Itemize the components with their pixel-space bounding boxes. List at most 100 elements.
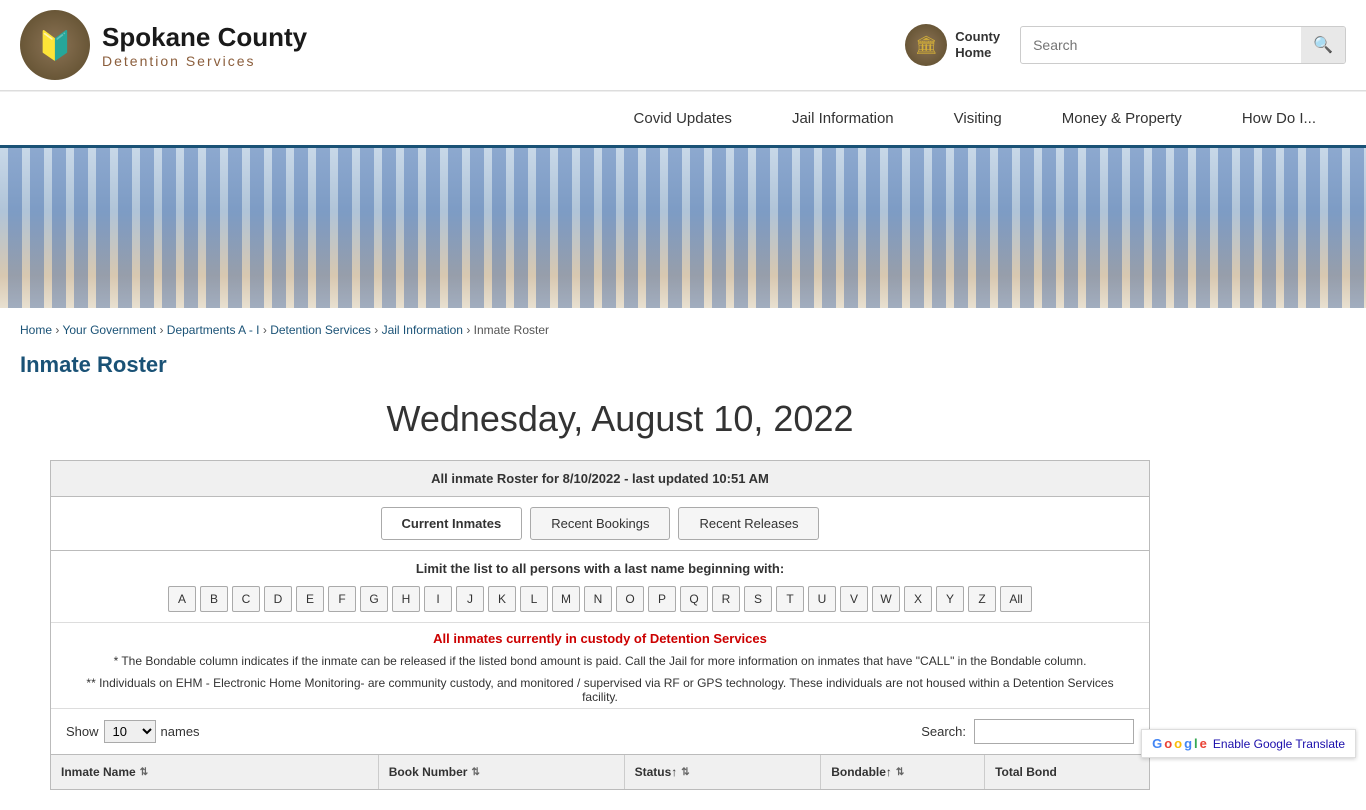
content-area: Home › Your Government › Departments A -…: [0, 308, 1200, 810]
nav-item-money: Money & Property: [1032, 92, 1212, 145]
show-label: Show: [66, 724, 99, 739]
alpha-btn-j[interactable]: J: [456, 586, 484, 612]
breadcrumb-detention[interactable]: Detention Services: [270, 323, 371, 337]
nav-item-howdo: How Do I...: [1212, 92, 1346, 145]
badge-icon: 🔰: [20, 10, 90, 80]
breadcrumb-home[interactable]: Home: [20, 323, 52, 337]
g-green: l: [1194, 736, 1198, 751]
col-header-4: Total Bond: [985, 755, 1149, 789]
alpha-btn-l[interactable]: L: [520, 586, 548, 612]
county-home-link[interactable]: 🏛 CountyHome: [905, 24, 1000, 66]
county-home-text: CountyHome: [955, 29, 1000, 60]
alpha-btn-b[interactable]: B: [200, 586, 228, 612]
col-header-3[interactable]: Bondable↑ ⇅: [821, 755, 985, 789]
col-header-1[interactable]: Book Number ⇅: [379, 755, 625, 789]
hero-image: [0, 148, 1366, 308]
alpha-btn-e[interactable]: E: [296, 586, 324, 612]
alpha-btn-p[interactable]: P: [648, 586, 676, 612]
alpha-btn-t[interactable]: T: [776, 586, 804, 612]
breadcrumb: Home › Your Government › Departments A -…: [20, 323, 1180, 337]
page-title: Inmate Roster: [20, 352, 1180, 378]
alpha-btn-o[interactable]: O: [616, 586, 644, 612]
breadcrumb-current: Inmate Roster: [474, 323, 549, 337]
alpha-btn-i[interactable]: I: [424, 586, 452, 612]
alpha-btn-all[interactable]: All: [1000, 586, 1032, 612]
site-name: Spokane County: [102, 22, 307, 53]
breadcrumb-departments[interactable]: Departments A - I: [167, 323, 260, 337]
county-home-icon: 🏛: [905, 24, 947, 66]
search-button[interactable]: 🔍: [1301, 27, 1345, 63]
roster-header: All inmate Roster for 8/10/2022 - last u…: [51, 461, 1149, 497]
alpha-btn-s[interactable]: S: [744, 586, 772, 612]
table-controls: Show 102550100 names Search:: [51, 708, 1149, 754]
site-title: Spokane County Detention Services: [102, 22, 307, 69]
alpha-btn-y[interactable]: Y: [936, 586, 964, 612]
alpha-btn-w[interactable]: W: [872, 586, 900, 612]
alpha-btn-k[interactable]: K: [488, 586, 516, 612]
nav-item-covid: Covid Updates: [604, 92, 762, 145]
breadcrumb-sep-2: ›: [159, 323, 166, 337]
nav-link-covid[interactable]: Covid Updates: [604, 92, 762, 145]
table-search-row: Search:: [921, 719, 1134, 744]
breadcrumb-your-govt[interactable]: Your Government: [62, 323, 156, 337]
search-input[interactable]: [1021, 29, 1301, 61]
bondable-note: * The Bondable column indicates if the i…: [51, 650, 1149, 672]
alpha-btn-g[interactable]: G: [360, 586, 388, 612]
nav-link-visiting[interactable]: Visiting: [924, 92, 1032, 145]
custody-notice: All inmates currently in custody of Dete…: [51, 623, 1149, 650]
nav-link-jail[interactable]: Jail Information: [762, 92, 924, 145]
alpha-btn-a[interactable]: A: [168, 586, 196, 612]
nav-item-visiting: Visiting: [924, 92, 1032, 145]
alpha-btn-n[interactable]: N: [584, 586, 612, 612]
table-search-input[interactable]: [974, 719, 1134, 744]
table-search-label: Search:: [921, 724, 966, 739]
g-red: o: [1164, 736, 1172, 751]
tab-recent-bookings[interactable]: Recent Bookings: [530, 507, 670, 540]
logo-area: 🔰 Spokane County Detention Services: [20, 10, 307, 80]
search-box: 🔍: [1020, 26, 1346, 64]
ehm-note: ** Individuals on EHM - Electronic Home …: [51, 672, 1149, 708]
g-yellow: o: [1174, 736, 1182, 751]
alpha-btn-r[interactable]: R: [712, 586, 740, 612]
main-nav: Covid Updates Jail Information Visiting …: [0, 91, 1366, 148]
breadcrumb-sep-5: ›: [466, 323, 473, 337]
site-header: 🔰 Spokane County Detention Services 🏛 Co…: [0, 0, 1366, 91]
alpha-btn-h[interactable]: H: [392, 586, 420, 612]
alpha-btn-z[interactable]: Z: [968, 586, 996, 612]
alpha-btn-q[interactable]: Q: [680, 586, 708, 612]
alpha-filter-row: ABCDEFGHIJKLMNOPQRSTUVWXYZAll: [51, 581, 1149, 623]
nav-list: Covid Updates Jail Information Visiting …: [0, 92, 1366, 145]
site-subtitle: Detention Services: [102, 53, 307, 69]
nav-link-money[interactable]: Money & Property: [1032, 92, 1212, 145]
g-red2: e: [1200, 736, 1207, 751]
col-header-2[interactable]: Status↑ ⇅: [625, 755, 822, 789]
alpha-btn-f[interactable]: F: [328, 586, 356, 612]
alpha-btn-x[interactable]: X: [904, 586, 932, 612]
nav-link-howdo[interactable]: How Do I...: [1212, 92, 1346, 145]
alpha-btn-c[interactable]: C: [232, 586, 260, 612]
alpha-btn-m[interactable]: M: [552, 586, 580, 612]
nav-item-jail: Jail Information: [762, 92, 924, 145]
g-blue: G: [1152, 736, 1162, 751]
google-logo: Google: [1152, 736, 1207, 751]
breadcrumb-sep-4: ›: [374, 323, 381, 337]
g-blue2: g: [1184, 736, 1192, 751]
tab-row: Current Inmates Recent Bookings Recent R…: [51, 497, 1149, 551]
column-headers: Inmate Name ⇅Book Number ⇅Status↑ ⇅Bonda…: [51, 754, 1149, 789]
tab-recent-releases[interactable]: Recent Releases: [678, 507, 819, 540]
tab-current-inmates[interactable]: Current Inmates: [381, 507, 523, 540]
show-select[interactable]: 102550100: [104, 720, 156, 743]
breadcrumb-jail-info[interactable]: Jail Information: [382, 323, 463, 337]
translate-bar: Google Enable Google Translate: [1141, 729, 1356, 758]
alpha-btn-u[interactable]: U: [808, 586, 836, 612]
filter-label: Limit the list to all persons with a las…: [51, 551, 1149, 581]
header-right: 🏛 CountyHome 🔍: [905, 24, 1346, 66]
alpha-btn-d[interactable]: D: [264, 586, 292, 612]
translate-link[interactable]: Enable Google Translate: [1213, 737, 1345, 751]
col-header-0[interactable]: Inmate Name ⇅: [51, 755, 379, 789]
names-label: names: [161, 724, 200, 739]
roster-container: All inmate Roster for 8/10/2022 - last u…: [50, 460, 1150, 790]
show-row: Show 102550100 names: [66, 720, 200, 743]
hero-inner: [0, 148, 1366, 308]
alpha-btn-v[interactable]: V: [840, 586, 868, 612]
